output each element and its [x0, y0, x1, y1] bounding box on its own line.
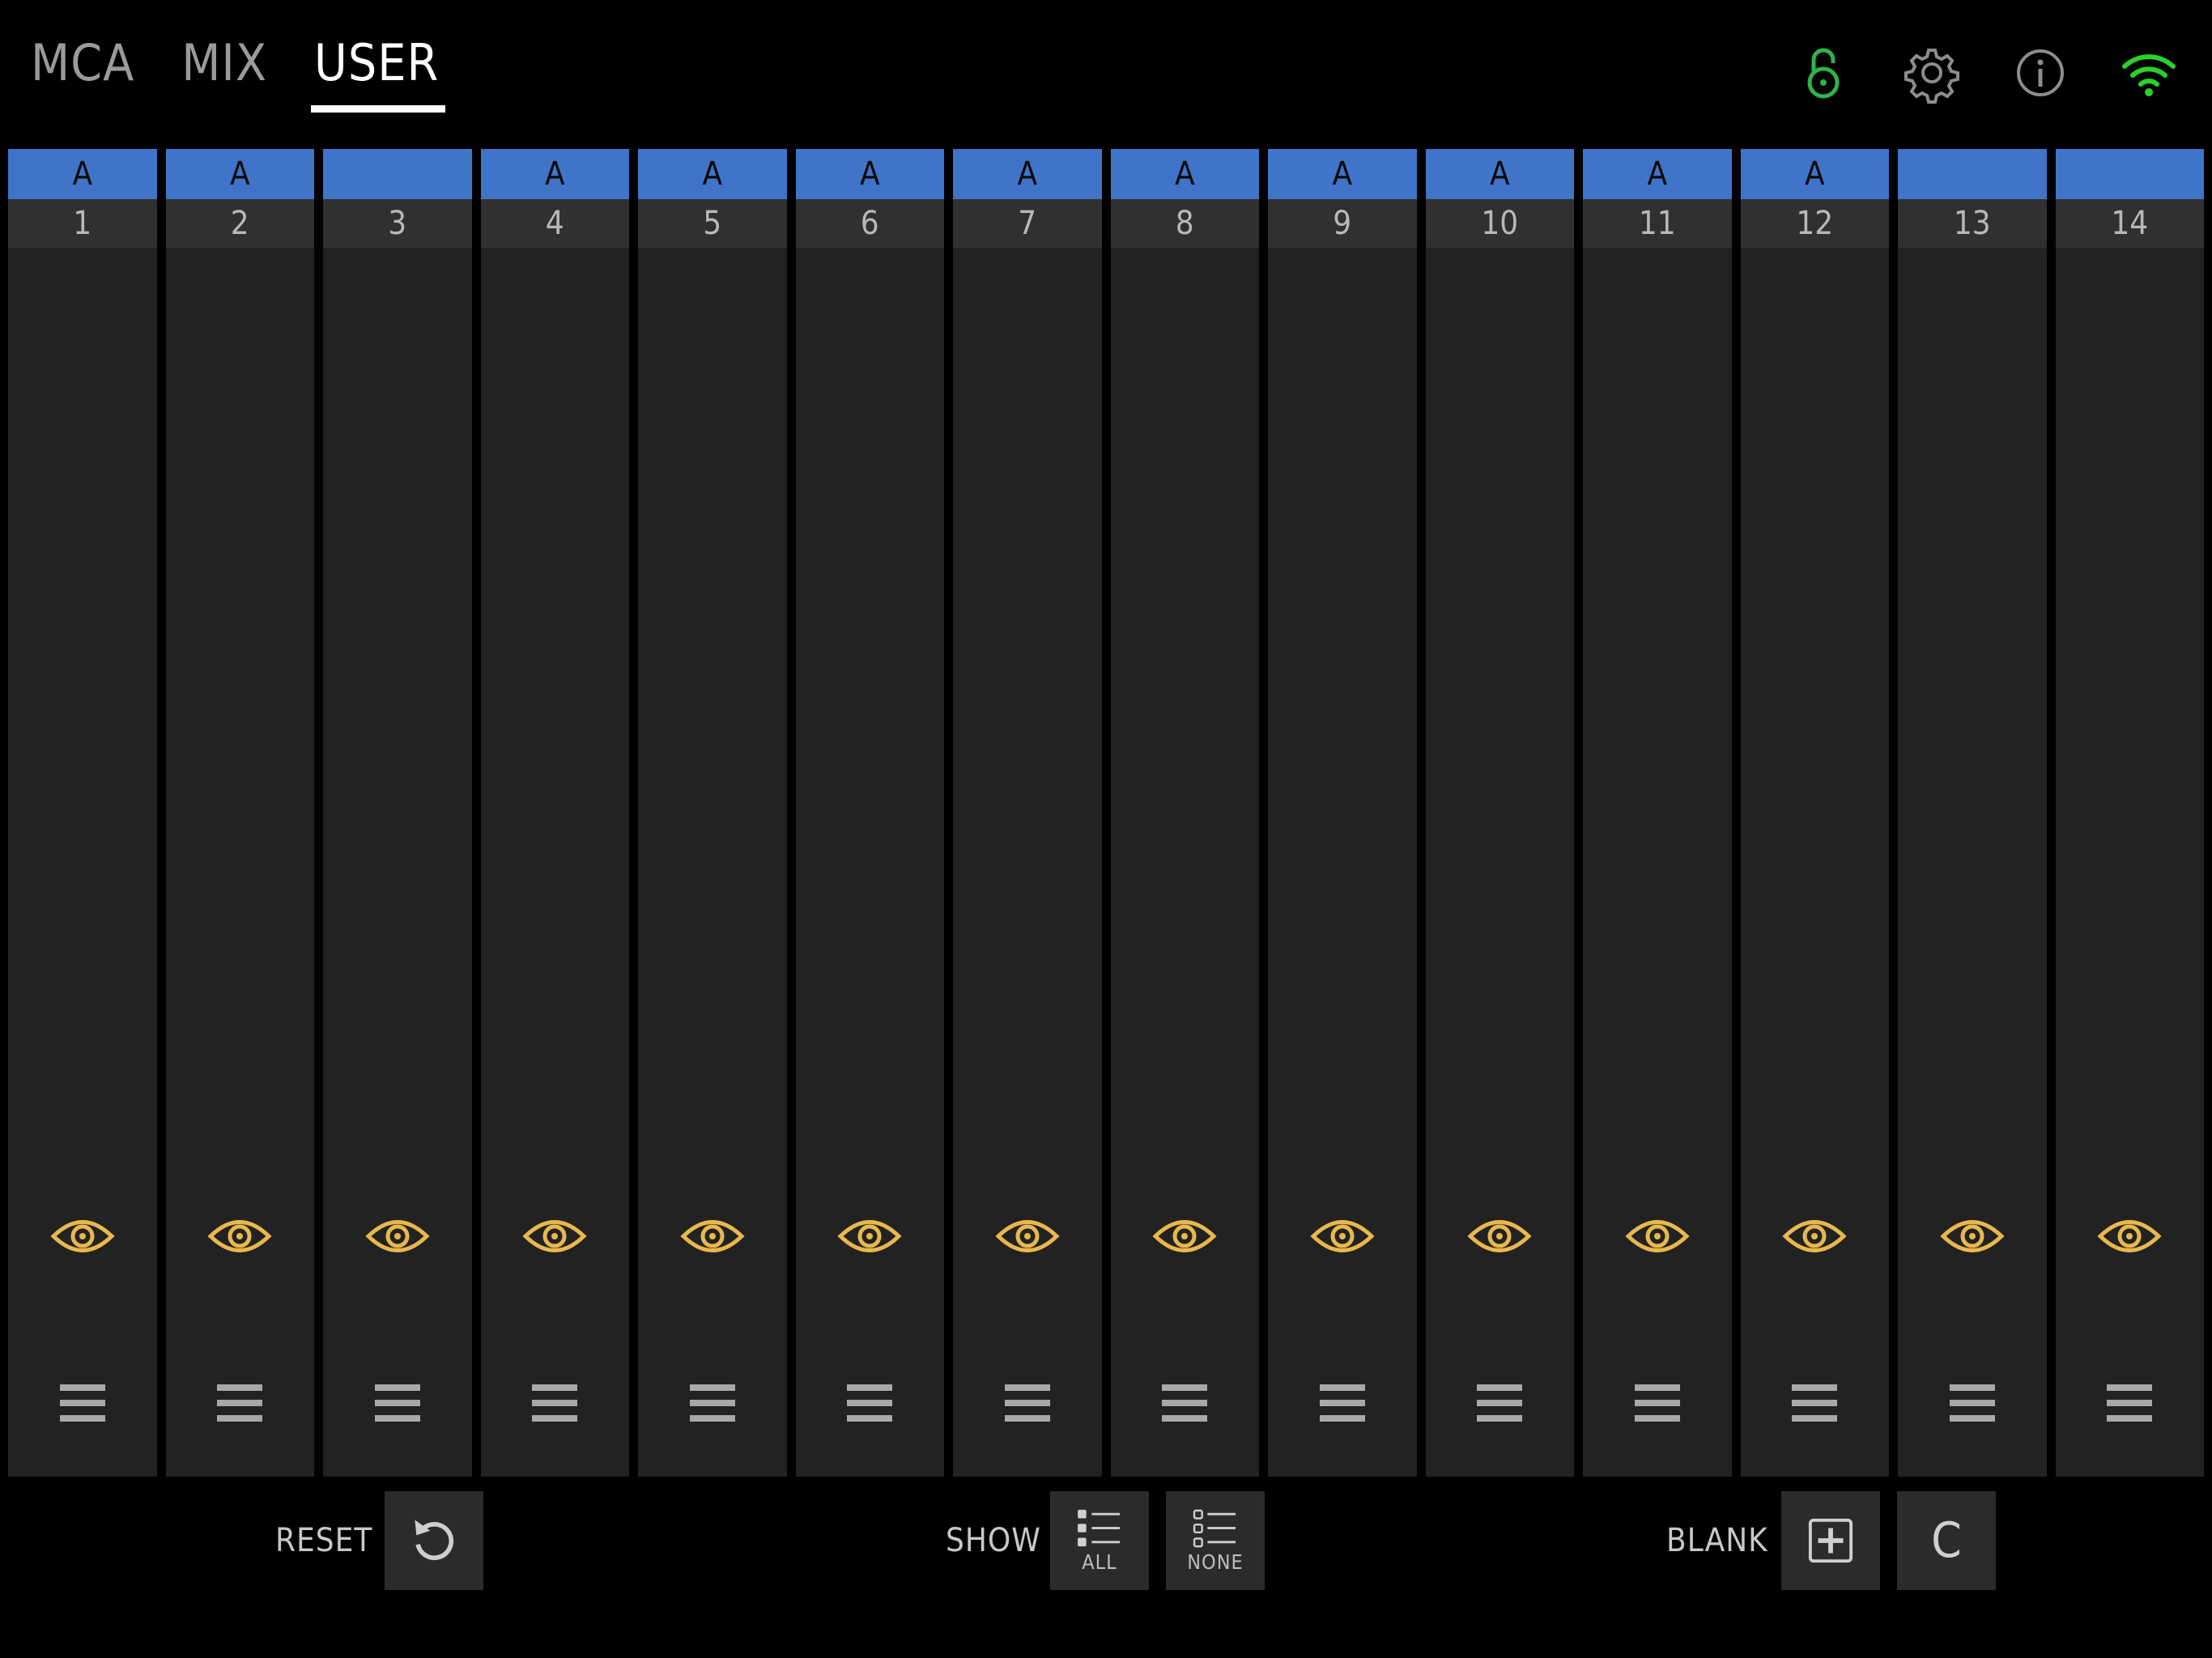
strip-tag: A	[8, 149, 157, 199]
eye-icon[interactable]	[1467, 1214, 1532, 1258]
unlock-icon[interactable]	[1793, 42, 1854, 104]
strip-number: 3	[323, 199, 472, 248]
plus-box-icon	[1808, 1518, 1853, 1563]
undo-icon	[415, 1520, 454, 1561]
drag-handle-icon[interactable]	[2105, 1381, 2154, 1425]
info-icon[interactable]	[2010, 42, 2071, 104]
drag-handle-icon[interactable]	[1003, 1381, 1052, 1425]
strip-number: 6	[795, 199, 944, 248]
eye-icon[interactable]	[207, 1214, 272, 1258]
channel-strip-10[interactable]: A 10	[1425, 149, 1574, 1477]
drag-handle-icon[interactable]	[1948, 1381, 1997, 1425]
drag-handle-icon[interactable]	[1633, 1381, 1682, 1425]
channel-strips: A 1 A 2 3 A 4 A 5 A 6 A 7 A 8 A 9 A 10 A…	[8, 149, 2204, 1477]
strip-tag: A	[480, 149, 629, 199]
strip-tag: A	[1740, 149, 1889, 199]
strip-number: 11	[1583, 199, 1732, 248]
strip-tag	[2055, 149, 2204, 199]
channel-strip-4[interactable]: A 4	[480, 149, 629, 1477]
tab-mix[interactable]: MIX	[181, 31, 267, 115]
strip-number: 9	[1268, 199, 1417, 248]
strip-number: 2	[165, 199, 314, 248]
channel-strip-6[interactable]: A 6	[795, 149, 944, 1477]
clear-label: C	[1931, 1512, 1962, 1569]
strip-tag: A	[1425, 149, 1574, 199]
eye-icon[interactable]	[995, 1214, 1060, 1258]
eye-icon[interactable]	[50, 1214, 115, 1258]
channel-strip-1[interactable]: A 1	[8, 149, 157, 1477]
drag-handle-icon[interactable]	[688, 1381, 737, 1425]
status-icons	[1746, 42, 2180, 104]
show-all-label: ALL	[1082, 1550, 1117, 1574]
drag-handle-icon[interactable]	[1160, 1381, 1209, 1425]
channel-strip-14[interactable]: 14	[2055, 149, 2204, 1477]
channel-strip-3[interactable]: 3	[323, 149, 472, 1477]
strip-number: 13	[1898, 199, 2047, 248]
eye-icon[interactable]	[1152, 1214, 1217, 1258]
drag-handle-icon[interactable]	[530, 1381, 579, 1425]
list-none-icon	[1193, 1509, 1236, 1547]
show-all-button[interactable]: ALL	[1050, 1491, 1149, 1590]
drag-handle-icon[interactable]	[1475, 1381, 1524, 1425]
channel-strip-13[interactable]: 13	[1898, 149, 2047, 1477]
eye-icon[interactable]	[837, 1214, 902, 1258]
gear-icon[interactable]	[1901, 42, 1963, 104]
tab-user[interactable]: USER	[311, 31, 446, 115]
channel-strip-5[interactable]: A 5	[638, 149, 787, 1477]
eye-icon[interactable]	[522, 1214, 587, 1258]
drag-handle-icon[interactable]	[215, 1381, 264, 1425]
eye-icon[interactable]	[365, 1214, 430, 1258]
view-tabs: MCA MIX USER	[31, 31, 486, 120]
wifi-icon	[2118, 42, 2180, 104]
blank-label: BLANK	[1666, 1522, 1768, 1559]
drag-handle-icon[interactable]	[845, 1381, 894, 1425]
eye-icon[interactable]	[680, 1214, 745, 1258]
strip-number: 14	[2055, 199, 2204, 248]
eye-icon[interactable]	[1940, 1214, 2005, 1258]
channel-strip-9[interactable]: A 9	[1268, 149, 1417, 1477]
tab-mca[interactable]: MCA	[31, 31, 134, 115]
channel-strip-8[interactable]: A 8	[1110, 149, 1259, 1477]
clear-blank-button[interactable]: C	[1897, 1491, 1996, 1590]
eye-icon[interactable]	[1625, 1214, 1690, 1258]
drag-handle-icon[interactable]	[1318, 1381, 1367, 1425]
drag-handle-icon[interactable]	[58, 1381, 107, 1425]
show-label: SHOW	[946, 1522, 1041, 1559]
strip-tag: A	[638, 149, 787, 199]
strip-tag: A	[1583, 149, 1732, 199]
eye-icon[interactable]	[1782, 1214, 1847, 1258]
strip-number: 7	[953, 199, 1102, 248]
channel-strip-2[interactable]: A 2	[165, 149, 314, 1477]
reset-button[interactable]	[385, 1491, 483, 1590]
strip-tag: A	[165, 149, 314, 199]
strip-tag: A	[1110, 149, 1259, 199]
channel-strip-7[interactable]: A 7	[953, 149, 1102, 1477]
strip-number: 12	[1740, 199, 1889, 248]
drag-handle-icon[interactable]	[373, 1381, 422, 1425]
reset-label: RESET	[275, 1522, 373, 1559]
strip-number: 10	[1425, 199, 1574, 248]
channel-strip-11[interactable]: A 11	[1583, 149, 1732, 1477]
list-all-icon	[1078, 1509, 1120, 1546]
strip-number: 1	[8, 199, 157, 248]
channel-strip-12[interactable]: A 12	[1740, 149, 1889, 1477]
add-blank-button[interactable]	[1781, 1491, 1880, 1590]
strip-tag: A	[953, 149, 1102, 199]
strip-tag: A	[795, 149, 944, 199]
drag-handle-icon[interactable]	[1790, 1381, 1839, 1425]
show-none-button[interactable]: NONE	[1166, 1491, 1265, 1590]
show-none-label: NONE	[1187, 1550, 1244, 1574]
eye-icon[interactable]	[1310, 1214, 1375, 1258]
strip-tag	[1898, 149, 2047, 199]
eye-icon[interactable]	[2097, 1214, 2162, 1258]
strip-number: 4	[480, 199, 629, 248]
strip-number: 5	[638, 199, 787, 248]
strip-tag: A	[1268, 149, 1417, 199]
strip-tag	[323, 149, 472, 199]
strip-number: 8	[1110, 199, 1259, 248]
